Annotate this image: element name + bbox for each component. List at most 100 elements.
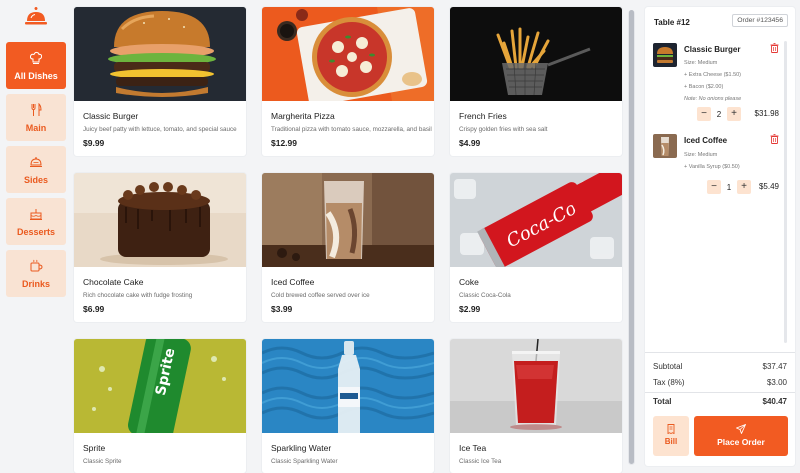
product-name: Chocolate Cake [83, 277, 144, 287]
product-card-chocolate-cake[interactable]: Chocolate Cake Rich chocolate cake with … [74, 173, 246, 322]
order-item-total: $5.49 [758, 182, 779, 191]
total-value: $40.47 [762, 397, 787, 406]
category-all-dishes[interactable]: All Dishes [6, 42, 66, 89]
category-drinks[interactable]: Drinks [6, 250, 66, 297]
order-item-name: Iced Coffee [684, 136, 728, 145]
product-description: Juicy beef patty with lettuce, tomato, a… [83, 126, 237, 133]
product-card-french-fries[interactable]: French Fries Crispy golden fries with se… [450, 7, 622, 156]
send-icon [736, 424, 746, 434]
product-description: Classic Sprite [83, 458, 122, 465]
order-item-thumbnail [653, 43, 677, 67]
category-label: Main [25, 123, 47, 133]
product-price: $9.99 [83, 138, 105, 148]
grid-scrollbar-thumb[interactable] [629, 10, 634, 464]
product-card-sprite[interactable]: Sprite Sprite Classic Sprite [74, 339, 246, 473]
cloche-icon [30, 157, 42, 167]
increase-quantity-button[interactable]: + [737, 180, 751, 194]
product-image [74, 7, 246, 101]
bill-button[interactable]: Bill [653, 416, 689, 456]
utensils-icon [31, 103, 42, 116]
mug-icon [30, 259, 43, 272]
quantity-value: 1 [726, 183, 732, 192]
product-name: Iced Coffee [271, 277, 315, 287]
product-image: Sprite [74, 339, 246, 433]
product-image [262, 339, 434, 433]
cake-icon [30, 209, 42, 220]
order-item-extra: + Extra Cheese ($1.50) [684, 72, 742, 78]
summary-divider [645, 352, 795, 353]
order-item-extra: + Vanilla Syrup ($0.50) [684, 164, 740, 170]
order-item-size: Size: Medium [684, 152, 718, 158]
product-description: Rich chocolate cake with fudge frosting [83, 292, 193, 299]
category-label: Desserts [16, 227, 56, 237]
category-sides[interactable]: Sides [6, 146, 66, 193]
category-main[interactable]: Main [6, 94, 66, 141]
product-card-ice-tea[interactable]: Ice Tea Classic Ice Tea [450, 339, 622, 473]
order-item-name: Classic Burger [684, 45, 741, 54]
product-price: $3.99 [271, 304, 293, 314]
product-name: French Fries [459, 111, 507, 121]
receipt-icon [667, 424, 675, 434]
category-label: Sides [23, 175, 48, 185]
product-price: $2.99 [459, 304, 481, 314]
product-price: $12.99 [271, 138, 297, 148]
order-number-badge: Order #123456 [732, 14, 788, 27]
subtotal-value: $37.47 [762, 362, 787, 371]
quantity-value: 2 [716, 110, 722, 119]
product-image [450, 7, 622, 101]
product-image [262, 7, 434, 101]
increase-quantity-button[interactable]: + [727, 107, 741, 121]
restaurant-cloche-logo-icon [25, 7, 47, 25]
order-item: Classic Burger Size: Medium + Extra Chee… [653, 43, 779, 131]
order-item-extra: + Bacon ($2.00) [684, 84, 724, 90]
tax-label: Tax (8%) [653, 378, 685, 387]
place-order-label: Place Order [717, 437, 765, 447]
product-card-sparkling-water[interactable]: Sparkling Water Classic Sparkling Water [262, 339, 434, 473]
product-price: $4.99 [459, 138, 481, 148]
order-list-scrollbar[interactable] [784, 41, 787, 343]
trash-icon[interactable] [770, 43, 779, 53]
subtotal-label: Subtotal [653, 362, 683, 371]
category-sidebar: All Dishes Main Sides Desserts Drinks [0, 0, 72, 473]
product-name: Coke [459, 277, 479, 287]
product-description: Crispy golden fries with sea salt [459, 126, 548, 133]
order-panel: Table #12 Order #123456 Classic Burger S… [645, 7, 795, 466]
product-description: Classic Coca-Cola [459, 292, 511, 299]
category-label: All Dishes [14, 71, 58, 81]
product-name: Classic Burger [83, 111, 139, 121]
chef-hat-icon [29, 51, 43, 64]
category-label: Drinks [21, 279, 50, 289]
category-desserts[interactable]: Desserts [6, 198, 66, 245]
order-item-thumbnail [653, 134, 677, 158]
product-description: Cold brewed coffee served over ice [271, 292, 370, 299]
total-divider [645, 392, 795, 393]
decrease-quantity-button[interactable]: − [697, 107, 711, 121]
product-card-coke[interactable]: Coca-Cola Coke Classic Coca-Cola $2.99 [450, 173, 622, 322]
product-name: Ice Tea [459, 443, 487, 453]
bill-button-label: Bill [664, 437, 678, 446]
product-card-classic-burger[interactable]: Classic Burger Juicy beef patty with let… [74, 7, 246, 156]
product-card-iced-coffee[interactable]: Iced Coffee Cold brewed coffee served ov… [262, 173, 434, 322]
place-order-button[interactable]: Place Order [694, 416, 788, 456]
product-price: $6.99 [83, 304, 105, 314]
product-description: Classic Ice Tea [459, 458, 502, 465]
order-item: Iced Coffee Size: Medium + Vanilla Syrup… [653, 134, 779, 194]
product-description: Classic Sparkling Water [271, 458, 338, 465]
product-name: Margherita Pizza [271, 111, 335, 121]
product-grid: Classic Burger Juicy beef patty with let… [74, 7, 622, 473]
total-label: Total [653, 397, 672, 406]
product-image [74, 173, 246, 267]
tax-value: $3.00 [766, 378, 787, 387]
product-name: Sparkling Water [271, 443, 332, 453]
table-number: Table #12 [654, 18, 690, 27]
product-description: Traditional pizza with tomato sauce, moz… [271, 126, 432, 133]
trash-icon[interactable] [770, 134, 779, 144]
order-item-size: Size: Medium [684, 60, 718, 66]
decrease-quantity-button[interactable]: − [707, 180, 721, 194]
product-image [450, 339, 622, 433]
product-image [262, 173, 434, 267]
order-item-note: Note: No onions please [684, 96, 742, 102]
product-card-margherita-pizza[interactable]: Margherita Pizza Traditional pizza with … [262, 7, 434, 156]
product-image: Coca-Cola [450, 173, 622, 267]
product-name: Sprite [83, 443, 106, 453]
